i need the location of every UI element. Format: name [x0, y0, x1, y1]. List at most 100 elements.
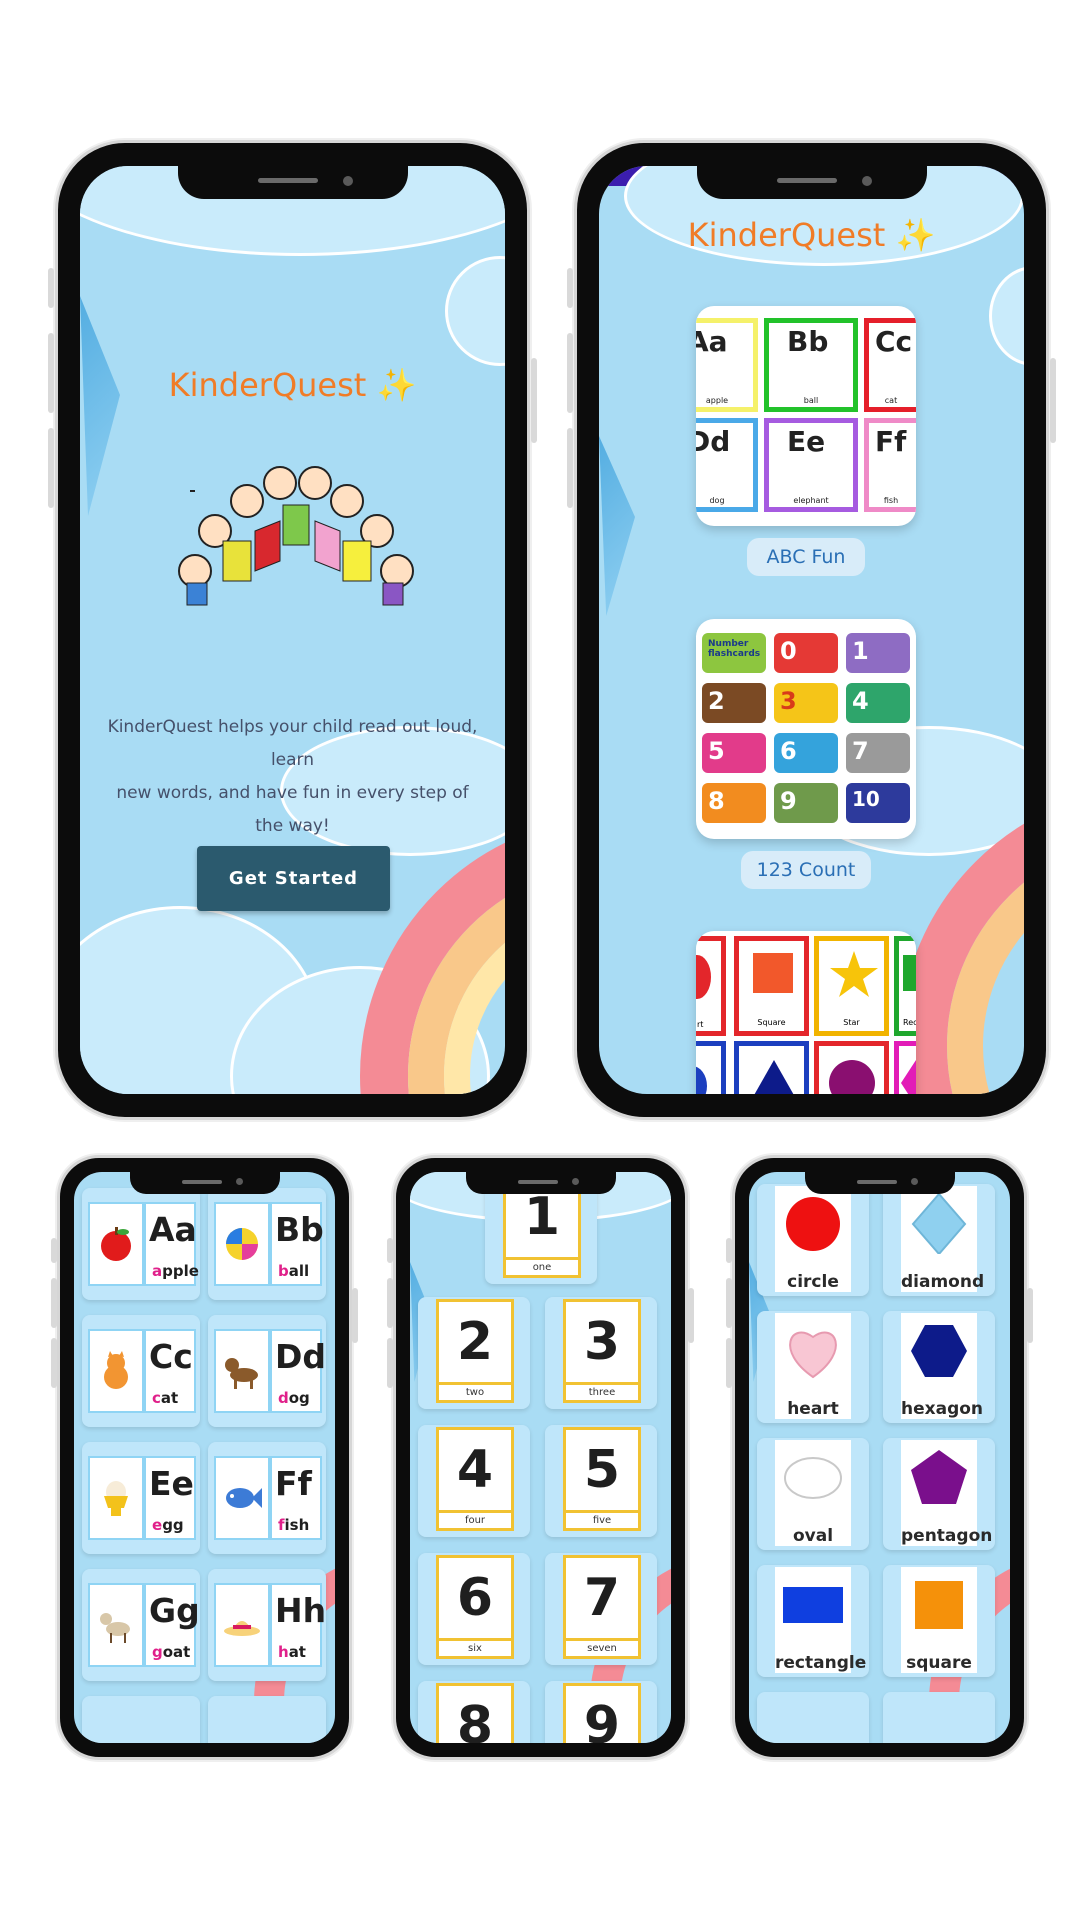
alphabet-card-cc[interactable]: Cc cat — [82, 1315, 200, 1427]
alphabet-picture — [88, 1202, 144, 1286]
number-card-9[interactable]: 9 — [545, 1681, 657, 1743]
number-flashcard: 4 four — [436, 1427, 514, 1531]
number-card-5[interactable]: 5 five — [545, 1425, 657, 1537]
shapes-category-card[interactable]: rt Square Star Rect — [696, 931, 916, 1094]
shape-card-heart[interactable]: heart — [757, 1311, 869, 1423]
alphabet-word: ball — [278, 1262, 310, 1280]
number-preview-2: 2 — [702, 683, 766, 723]
shape-card-rectangle[interactable]: rectangle — [757, 1565, 869, 1677]
abc-preview-cc: Cc cat — [864, 318, 916, 412]
count-label[interactable]: 123 Count — [741, 851, 871, 889]
alphabet-card-hh[interactable]: Hh hat — [208, 1569, 326, 1681]
shape-card-pentagon[interactable]: pentagon — [883, 1438, 995, 1550]
alphabet-picture — [214, 1583, 270, 1667]
number-digit: 1 — [523, 1187, 561, 1247]
alphabet-letters: Ff — [275, 1464, 312, 1503]
shape-card-circle[interactable]: circle — [757, 1184, 869, 1296]
goat-icon — [100, 1613, 130, 1643]
alphabet-word: fish — [278, 1516, 310, 1534]
count-category-card[interactable]: Number flashcards 0 1 2 3 4 5 6 7 8 9 10 — [696, 619, 916, 839]
app-description: KinderQuest helps your child read out lo… — [107, 717, 478, 836]
alphabet-card-ff[interactable]: Ff fish — [208, 1442, 326, 1554]
alphabet-card-partial[interactable] — [82, 1696, 200, 1743]
alphabet-letters: Bb — [275, 1210, 324, 1249]
number-flashcard: 7 seven — [563, 1555, 641, 1659]
shape-card-hexagon[interactable]: hexagon — [883, 1311, 995, 1423]
dog-icon — [225, 1358, 258, 1389]
hexagon-icon — [911, 1325, 967, 1377]
alphabet-letters: Cc — [149, 1337, 193, 1376]
circle-icon — [786, 1197, 840, 1251]
number-digit: 4 — [456, 1440, 494, 1500]
alphabet-word: egg — [152, 1516, 184, 1534]
alphabet-card-gg[interactable]: Gg goat — [82, 1569, 200, 1681]
shape-card-partial[interactable] — [883, 1692, 995, 1743]
phone-welcome: KinderQuest ✨ KinderQuest helps your chi… — [48, 140, 537, 1120]
alphabet-letter-panel: Ee egg — [144, 1456, 196, 1540]
number-card-3[interactable]: 3 three — [545, 1297, 657, 1409]
welcome-screen: KinderQuest ✨ KinderQuest helps your chi… — [80, 166, 505, 1094]
shape-flashcard: oval — [775, 1440, 851, 1546]
shape-word: hexagon — [901, 1399, 984, 1419]
phone-numbers: 1 one 2 two 3 three 4 four 5 five 6 six 7 seven 8 9 — [387, 1155, 694, 1760]
shape-word: heart — [787, 1399, 839, 1419]
ball-icon — [226, 1228, 258, 1260]
number-flashcard: 5 five — [563, 1427, 641, 1531]
alphabet-word: goat — [152, 1643, 191, 1661]
number-flashcard: 9 — [563, 1683, 641, 1743]
alphabet-word: hat — [278, 1643, 306, 1661]
alphabet-card-partial[interactable] — [208, 1696, 326, 1743]
shape-card-square[interactable]: square — [883, 1565, 995, 1677]
number-card-4[interactable]: 4 four — [418, 1425, 530, 1537]
number-digit: 8 — [456, 1696, 494, 1743]
shape-word: pentagon — [901, 1526, 993, 1546]
alphabet-picture — [88, 1456, 144, 1540]
number-digit: 6 — [456, 1568, 494, 1628]
shape-word: square — [906, 1653, 972, 1673]
number-card-6[interactable]: 6 six — [418, 1553, 530, 1665]
number-preview-5: 5 — [702, 733, 766, 773]
fish-icon — [226, 1488, 262, 1508]
cat-icon — [104, 1351, 128, 1389]
alphabet-card-ee[interactable]: Ee egg — [82, 1442, 200, 1554]
alphabet-card-dd[interactable]: Dd dog — [208, 1315, 326, 1427]
notch — [177, 166, 408, 199]
hat-icon — [224, 1621, 260, 1636]
number-digit: 9 — [583, 1696, 621, 1743]
shape-card-diamond[interactable]: diamond — [883, 1184, 995, 1296]
alphabet-letters: Aa — [149, 1210, 197, 1249]
shape-flashcard: square — [901, 1567, 977, 1673]
shape-flashcard: heart — [775, 1313, 851, 1419]
number-card-2[interactable]: 2 two — [418, 1297, 530, 1409]
alphabet-screen: Aa apple Bb ball Cc cat Dd dog Ee egg Ff fish Gg goat… — [74, 1172, 335, 1743]
alphabet-picture — [214, 1202, 270, 1286]
alphabet-word: apple — [152, 1262, 199, 1280]
alphabet-letter-panel: Dd dog — [270, 1329, 326, 1413]
alphabet-card-aa[interactable]: Aa apple — [82, 1188, 200, 1300]
alphabet-picture — [214, 1456, 270, 1540]
get-started-button[interactable]: Get Started — [197, 846, 390, 911]
number-card-8[interactable]: 8 — [418, 1681, 530, 1743]
shape-card-oval[interactable]: oval — [757, 1438, 869, 1550]
number-word: six — [439, 1638, 511, 1656]
alphabet-card-bb[interactable]: Bb ball — [208, 1188, 326, 1300]
menu-screen: KinderQuest ✨ Aa apple Bb ball Cc cat Dd dog… — [599, 166, 1024, 1094]
shape-word: circle — [787, 1272, 839, 1292]
shape-card-partial[interactable] — [757, 1692, 869, 1743]
number-flashcard: 8 — [436, 1683, 514, 1743]
alphabet-letter-panel: Ff fish — [270, 1456, 322, 1540]
number-preview-8: 8 — [702, 783, 766, 823]
alphabet-picture — [88, 1583, 144, 1667]
abc-preview-ff: Ff fish — [864, 418, 916, 512]
alphabet-letter-panel: Aa apple — [144, 1202, 199, 1286]
number-preview-10: 10 — [846, 783, 910, 823]
shapes-screen: circle diamond heart hexagon oval pentagon rec… — [749, 1172, 1010, 1743]
abc-fun-label[interactable]: ABC Fun — [747, 538, 865, 576]
numbers-screen: 1 one 2 two 3 three 4 four 5 five 6 six 7 seven 8 9 — [410, 1172, 671, 1743]
number-card-7[interactable]: 7 seven — [545, 1553, 657, 1665]
notch — [696, 166, 927, 199]
phone-menu: KinderQuest ✨ Aa apple Bb ball Cc cat Dd dog… — [567, 140, 1056, 1120]
number-word: two — [439, 1382, 511, 1400]
notch — [465, 1172, 616, 1194]
abc-category-card[interactable]: Aa apple Bb ball Cc cat Dd dog Ee elephant Ff… — [696, 306, 916, 526]
